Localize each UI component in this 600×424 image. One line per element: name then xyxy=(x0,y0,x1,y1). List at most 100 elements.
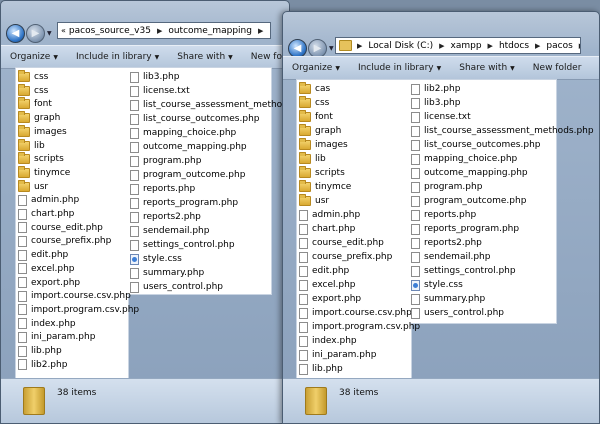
breadcrumb-arrow-icon[interactable]: ▶ xyxy=(157,27,162,35)
breadcrumb-arrow-icon[interactable]: ▶ xyxy=(579,42,580,50)
file-item[interactable]: program_outcome.php xyxy=(411,194,526,208)
breadcrumb-segment[interactable]: outcome_mapping xyxy=(168,26,252,36)
recent-pages-dropdown-icon[interactable]: ▼ xyxy=(329,45,334,52)
file-item[interactable]: excel.php xyxy=(299,278,356,292)
folder-item[interactable]: scripts xyxy=(18,152,64,166)
include-in-library-menu[interactable]: Include in library ▼ xyxy=(67,52,168,62)
file-item[interactable]: reports.php xyxy=(411,208,476,222)
file-item[interactable]: index.php xyxy=(18,317,76,331)
folder-item[interactable]: tinymce xyxy=(299,180,351,194)
file-item[interactable]: list_course_assessment_methods.php xyxy=(411,124,594,138)
file-item[interactable]: outcome_mapping.php xyxy=(130,140,247,154)
file-item[interactable]: lib2.php xyxy=(411,82,460,96)
file-item[interactable]: admin.php xyxy=(18,193,79,207)
folder-item[interactable]: images xyxy=(299,138,348,152)
share-with-menu[interactable]: Share with ▼ xyxy=(168,52,242,62)
file-item[interactable]: export.php xyxy=(299,292,361,306)
folder-item[interactable]: font xyxy=(299,110,333,124)
folder-item[interactable]: scripts xyxy=(299,166,345,180)
folder-item[interactable]: graph xyxy=(299,124,341,138)
file-item[interactable]: edit.php xyxy=(299,264,349,278)
breadcrumb-arrow-icon[interactable]: ▶ xyxy=(258,27,263,35)
file-item[interactable]: reports_program.php xyxy=(411,222,519,236)
file-item[interactable]: outcome_mapping.php xyxy=(411,166,528,180)
include-in-library-menu[interactable]: Include in library ▼ xyxy=(349,63,450,73)
file-item[interactable]: mapping_choice.php xyxy=(411,152,517,166)
file-item[interactable]: program_outcome.php xyxy=(130,168,245,182)
file-item[interactable]: lib3.php xyxy=(130,70,179,84)
chevron-overflow-icon[interactable]: « xyxy=(61,26,66,35)
file-item[interactable]: chart.php xyxy=(18,207,74,221)
folder-item[interactable]: css xyxy=(18,70,48,84)
file-item[interactable]: course_edit.php xyxy=(18,221,103,235)
file-item[interactable]: ini_param.php xyxy=(18,330,95,344)
breadcrumb-segment[interactable]: pacos_source_v35 xyxy=(69,26,151,36)
file-item[interactable]: course_prefix.php xyxy=(18,234,111,248)
file-item[interactable]: license.txt xyxy=(130,84,190,98)
file-item[interactable]: users_control.php xyxy=(130,280,223,294)
file-item[interactable]: import.program.csv.php xyxy=(18,303,139,317)
folder-item[interactable]: tinymce xyxy=(18,165,70,180)
folder-item[interactable]: graph xyxy=(18,111,60,125)
file-item[interactable]: course_prefix.php xyxy=(299,250,392,264)
back-button[interactable]: ◀ xyxy=(6,24,25,43)
breadcrumb-segment[interactable]: htdocs xyxy=(499,41,529,51)
file-item[interactable]: lib3.php xyxy=(411,96,460,110)
file-item[interactable]: edit.php xyxy=(18,248,68,262)
new-folder-button[interactable]: New folder xyxy=(524,63,591,73)
file-item[interactable]: chart.php xyxy=(299,222,355,236)
breadcrumb-arrow-icon[interactable]: ▶ xyxy=(535,42,540,50)
file-item[interactable]: import.course.csv.php xyxy=(299,306,412,320)
file-item[interactable]: program.php xyxy=(130,154,201,168)
organize-menu[interactable]: Organize ▼ xyxy=(1,52,67,62)
file-item[interactable]: style.css xyxy=(411,278,463,292)
file-item[interactable]: list_course_assessment_methods.php xyxy=(130,98,289,112)
file-item[interactable]: program.php xyxy=(411,180,482,194)
file-item[interactable]: course_edit.php xyxy=(299,236,384,250)
breadcrumb-segment[interactable]: xampp xyxy=(451,41,482,51)
file-item[interactable]: settings_control.php xyxy=(411,264,516,278)
breadcrumb-arrow-icon[interactable]: ▶ xyxy=(488,42,493,50)
file-item[interactable]: ini_param.php xyxy=(299,348,376,362)
file-item[interactable]: index.php xyxy=(299,334,357,348)
breadcrumb-segment[interactable]: pacos xyxy=(546,41,572,51)
folder-item[interactable]: images xyxy=(18,124,67,139)
folder-item[interactable]: lib xyxy=(299,152,326,166)
file-item[interactable]: lib.php xyxy=(299,362,343,376)
file-item[interactable]: list_course_outcomes.php xyxy=(411,138,540,152)
folder-item[interactable]: font xyxy=(18,97,52,111)
folder-item[interactable]: usr xyxy=(18,179,48,194)
folder-item[interactable]: cas xyxy=(299,82,330,96)
file-item[interactable]: users_control.php xyxy=(411,306,504,320)
address-bar[interactable]: « pacos_source_v35 ▶ outcome_mapping ▶ xyxy=(57,22,271,39)
file-item[interactable]: summary.php xyxy=(130,266,204,280)
file-item[interactable]: license.txt xyxy=(411,110,471,124)
file-item[interactable]: lib.php xyxy=(18,344,62,358)
file-item[interactable]: import.program.csv.php xyxy=(299,320,420,334)
file-item[interactable]: sendemail.php xyxy=(130,224,209,238)
file-item[interactable]: import.course.csv.php xyxy=(18,289,131,303)
file-item[interactable]: reports.php xyxy=(130,182,195,196)
file-item[interactable]: excel.php xyxy=(18,262,75,276)
file-item[interactable]: summary.php xyxy=(411,292,485,306)
file-item[interactable]: reports2.php xyxy=(411,236,482,250)
organize-menu[interactable]: Organize ▼ xyxy=(283,63,349,73)
share-with-menu[interactable]: Share with ▼ xyxy=(450,63,524,73)
address-bar[interactable]: ▶ Local Disk (C:) ▶ xampp ▶ htdocs ▶ pac… xyxy=(335,37,581,54)
file-item[interactable]: export.php xyxy=(18,276,80,290)
file-item[interactable]: lib2.php xyxy=(18,358,67,372)
forward-button[interactable]: ▶ xyxy=(26,24,45,43)
breadcrumb-arrow-icon[interactable]: ▶ xyxy=(357,42,362,50)
file-item[interactable]: sendemail.php xyxy=(411,250,490,264)
file-item[interactable]: settings_control.php xyxy=(130,238,235,252)
file-item[interactable]: style.css xyxy=(130,252,182,266)
folder-item[interactable]: css xyxy=(299,96,329,110)
recent-pages-dropdown-icon[interactable]: ▼ xyxy=(47,30,52,37)
file-item[interactable]: admin.php xyxy=(299,208,360,222)
folder-item[interactable]: usr xyxy=(299,194,329,208)
folder-item[interactable]: lib xyxy=(18,138,45,153)
file-item[interactable]: reports2.php xyxy=(130,210,201,224)
breadcrumb-segment[interactable]: Local Disk (C:) xyxy=(368,41,433,51)
file-item[interactable]: list_course_outcomes.php xyxy=(130,112,259,126)
file-item[interactable]: reports_program.php xyxy=(130,196,238,210)
